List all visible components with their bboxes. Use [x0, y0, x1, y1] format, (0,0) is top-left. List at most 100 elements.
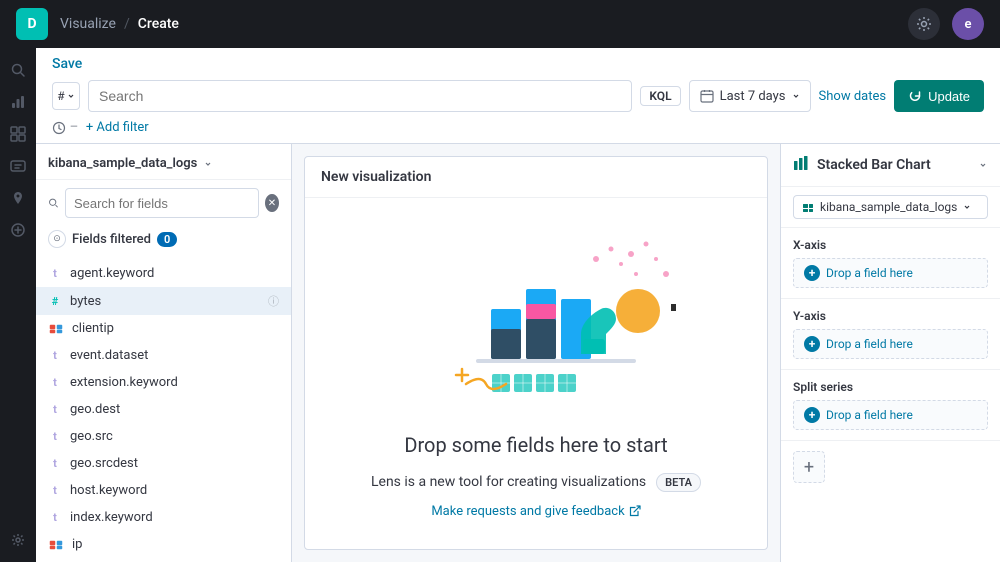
nav-icon-canvas[interactable]: [4, 152, 32, 180]
settings-icon-button[interactable]: [908, 8, 940, 40]
fields-filter-row: ⊙ Fields filtered 0: [36, 226, 291, 256]
y-axis-plus-icon: +: [804, 336, 820, 352]
field-name: event.dataset: [70, 348, 279, 363]
visualization-area: New visualization: [292, 144, 780, 562]
nav-icon-ml[interactable]: [4, 216, 32, 244]
viz-panel: New visualization: [304, 156, 768, 550]
field-name: agent.keyword: [70, 266, 279, 281]
field-info-icon[interactable]: ⓘ: [268, 293, 279, 309]
field-type-icon: [48, 322, 64, 336]
field-name: geo.srcdest: [70, 456, 279, 471]
icon-sidebar: [0, 48, 36, 562]
field-type-icon: t: [48, 403, 62, 416]
split-series-section: Split series + Drop a field here: [781, 370, 1000, 441]
field-item[interactable]: t geo.srcdest: [36, 450, 291, 477]
nav-icon-maps[interactable]: [4, 184, 32, 212]
toolbar: Save # KQL Last 7 days Show dates Update: [36, 48, 1000, 144]
field-item[interactable]: t host.keyword: [36, 477, 291, 504]
split-series-label: Split series: [793, 380, 988, 394]
beta-badge: BETA: [656, 473, 701, 492]
viz-drop-title: Drop some fields here to start: [404, 433, 667, 457]
index-selector[interactable]: kibana_sample_data_logs: [36, 144, 291, 180]
chart-type-title: Stacked Bar Chart: [817, 157, 970, 173]
date-picker[interactable]: Last 7 days: [689, 80, 811, 112]
x-axis-label: X-axis: [793, 238, 988, 252]
field-item[interactable]: t geo.src: [36, 423, 291, 450]
field-type-icon: t: [48, 430, 62, 443]
field-type-icon: t: [48, 376, 62, 389]
breadcrumb-visualize[interactable]: Visualize: [60, 16, 116, 32]
field-item[interactable]: t geo.dest: [36, 396, 291, 423]
search-clear-button[interactable]: ✕: [265, 194, 279, 212]
field-name: host.keyword: [70, 483, 279, 498]
viz-lens-text: Lens is a new tool for creating visualiz…: [371, 474, 646, 490]
chart-type-chevron[interactable]: [978, 160, 988, 170]
nav-icon-discover[interactable]: [4, 56, 32, 84]
fields-sidebar: kibana_sample_data_logs ✕ ⊙ Fields filte…: [36, 144, 292, 562]
breadcrumb-separator: /: [124, 16, 130, 32]
fields-search-row: ✕: [36, 180, 291, 226]
viz-feedback-link[interactable]: Make requests and give feedback: [431, 504, 640, 519]
field-item[interactable]: # bytes ⓘ: [36, 287, 291, 315]
data-source-name: kibana_sample_data_logs: [820, 200, 957, 214]
viz-panel-header: New visualization: [305, 157, 767, 198]
index-name: kibana_sample_data_logs: [48, 156, 197, 171]
kibana-logo: D: [16, 8, 48, 40]
filter-circle-icon: ⊙: [48, 230, 66, 248]
field-item[interactable]: ip: [36, 531, 291, 558]
save-button[interactable]: Save: [52, 56, 82, 72]
x-axis-section: X-axis + Drop a field here: [781, 228, 1000, 299]
nav-icon-dashboard[interactable]: [4, 120, 32, 148]
x-axis-plus-icon: +: [804, 265, 820, 281]
breadcrumb-create: Create: [138, 16, 179, 32]
field-item[interactable]: t index.keyword: [36, 504, 291, 531]
field-type-icon: #: [48, 295, 62, 308]
viz-panel-body: Drop some fields here to start Lens is a…: [305, 198, 767, 549]
field-type-icon: t: [48, 457, 62, 470]
filter-options-button[interactable]: —: [52, 121, 78, 135]
split-series-drop-field[interactable]: + Drop a field here: [793, 400, 988, 430]
viz-illustration: [396, 229, 676, 409]
config-panel-header: Stacked Bar Chart: [781, 144, 1000, 187]
stacked-bar-icon: [793, 156, 809, 174]
nav-icon-visualize[interactable]: [4, 88, 32, 116]
top-navigation: D Visualize / Create e: [0, 0, 1000, 48]
fields-filtered-badge: 0: [157, 232, 177, 247]
field-name: ip: [72, 537, 279, 552]
user-avatar[interactable]: e: [952, 8, 984, 40]
fields-search-input[interactable]: [65, 188, 259, 218]
field-item[interactable]: t event.dataset: [36, 342, 291, 369]
field-name: clientip: [72, 321, 279, 336]
field-type-icon: [48, 538, 64, 552]
nav-icon-settings[interactable]: [4, 526, 32, 554]
field-name: bytes: [70, 294, 260, 309]
viz-lens-row: Lens is a new tool for creating visualiz…: [371, 473, 701, 492]
field-type-icon: t: [48, 511, 62, 524]
search-input[interactable]: [88, 80, 632, 112]
field-item[interactable]: t extension.keyword: [36, 369, 291, 396]
show-dates-button[interactable]: Show dates: [819, 89, 887, 104]
add-section-button[interactable]: +: [793, 451, 825, 483]
field-name: geo.dest: [70, 402, 279, 417]
data-source-chevron: [963, 203, 971, 211]
x-axis-drop-field[interactable]: + Drop a field here: [793, 258, 988, 288]
config-panel: Stacked Bar Chart kibana_sample_data_log…: [780, 144, 1000, 562]
field-type-icon: t: [48, 349, 62, 362]
field-type-selector[interactable]: #: [52, 82, 80, 110]
kql-badge[interactable]: KQL: [640, 86, 680, 106]
y-axis-drop-field[interactable]: + Drop a field here: [793, 329, 988, 359]
field-item[interactable]: t agent.keyword: [36, 260, 291, 287]
fields-filtered-label: Fields filtered: [72, 232, 151, 247]
field-name: index.keyword: [70, 510, 279, 525]
field-type-icon: t: [48, 267, 62, 280]
update-button[interactable]: Update: [894, 80, 984, 112]
data-source-chip[interactable]: kibana_sample_data_logs: [793, 195, 988, 219]
add-filter-button[interactable]: + Add filter: [86, 120, 149, 135]
field-name: extension.keyword: [70, 375, 279, 390]
field-type-icon: t: [48, 484, 62, 497]
field-name: geo.src: [70, 429, 279, 444]
breadcrumb: Visualize / Create: [60, 16, 179, 32]
y-axis-label: Y-axis: [793, 309, 988, 323]
field-item[interactable]: clientip: [36, 315, 291, 342]
fields-list: t agent.keyword # bytes ⓘ clientip: [36, 256, 291, 562]
